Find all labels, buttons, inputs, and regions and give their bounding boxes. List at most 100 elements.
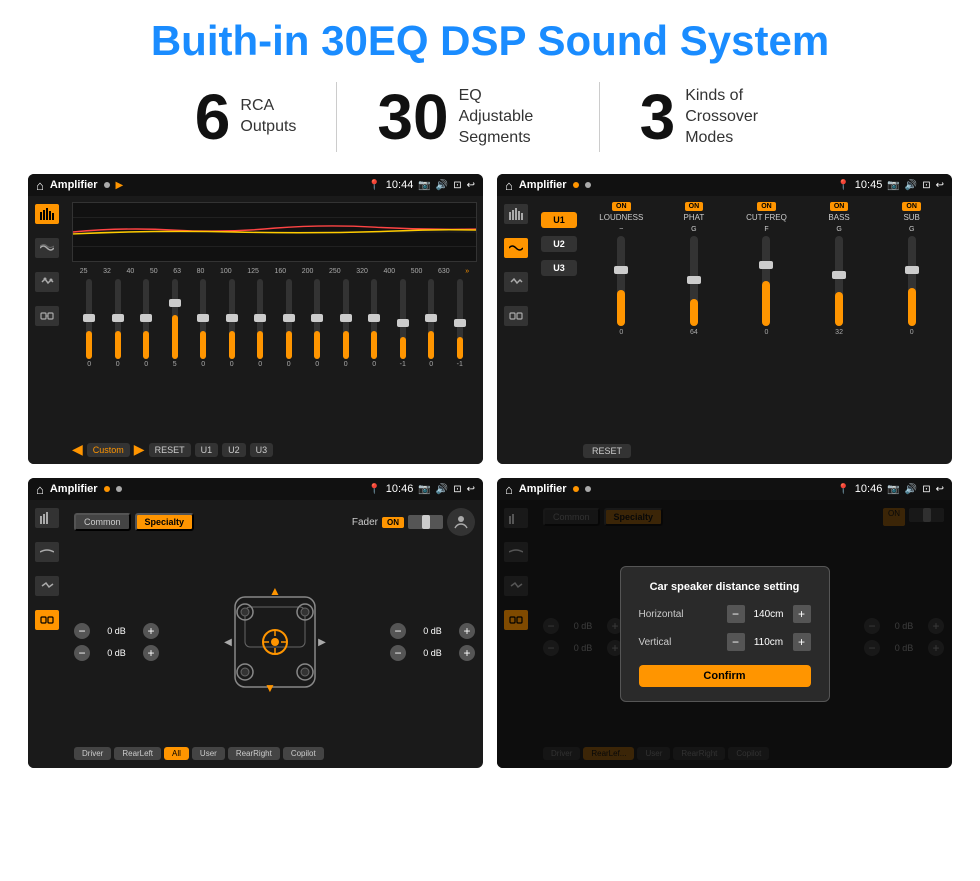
stat-number-rca: 6 bbox=[195, 85, 231, 149]
preset-u1[interactable]: U1 bbox=[541, 212, 577, 228]
status-dot2-fader bbox=[116, 486, 122, 492]
eq-u2-btn[interactable]: U2 bbox=[222, 443, 246, 457]
btn-rearleft[interactable]: RearLeft bbox=[114, 747, 161, 760]
pin-icon-eq: 📍 bbox=[368, 180, 380, 191]
eq-slider-6[interactable]: 0 bbox=[247, 279, 274, 368]
sidebar-icon-2-fader[interactable] bbox=[35, 542, 59, 562]
db-plus-2[interactable]: + bbox=[143, 645, 159, 661]
ch-on-phat[interactable]: ON bbox=[685, 202, 704, 211]
preset-u3[interactable]: U3 bbox=[541, 260, 577, 276]
status-title-fader: Amplifier bbox=[50, 483, 98, 495]
db-minus-3[interactable]: − bbox=[390, 623, 406, 639]
eq-slider-9[interactable]: 0 bbox=[333, 279, 360, 368]
eq-slider-2[interactable]: 0 bbox=[133, 279, 160, 368]
sidebar-icon-3-eq[interactable] bbox=[35, 272, 59, 292]
db-control-4: − 0 dB + bbox=[390, 645, 475, 661]
stat-label-rca: RCAOutputs bbox=[240, 96, 296, 138]
sidebar-icon-3-fader[interactable] bbox=[35, 576, 59, 596]
eq-u1-btn[interactable]: U1 bbox=[195, 443, 219, 457]
eq-reset-btn[interactable]: RESET bbox=[149, 443, 191, 457]
sidebar-icon-1-cr[interactable] bbox=[504, 204, 528, 224]
eq-u3-btn[interactable]: U3 bbox=[250, 443, 274, 457]
db-plus-4[interactable]: + bbox=[459, 645, 475, 661]
stat-label-eq: EQ AdjustableSegments bbox=[459, 86, 559, 148]
db-plus-3[interactable]: + bbox=[459, 623, 475, 639]
db-minus-4[interactable]: − bbox=[390, 645, 406, 661]
sidebar-icon-4-cr[interactable] bbox=[504, 306, 528, 326]
tab-common[interactable]: Common bbox=[74, 513, 131, 531]
vol-icon-dist: 🔊 bbox=[905, 484, 917, 495]
ch-on-bass[interactable]: ON bbox=[830, 202, 849, 211]
crossover-presets: U1 U2 U3 bbox=[541, 212, 577, 458]
dialog-horizontal-plus[interactable]: + bbox=[793, 605, 811, 623]
confirm-button[interactable]: Confirm bbox=[639, 665, 811, 687]
db-minus-2[interactable]: − bbox=[74, 645, 90, 661]
eq-slider-4[interactable]: 0 bbox=[190, 279, 217, 368]
svg-text:◀: ◀ bbox=[224, 637, 232, 648]
car-diagram-area: ▼ ▲ ◀ ▶ bbox=[165, 542, 384, 741]
btn-driver[interactable]: Driver bbox=[74, 747, 111, 760]
dialog-horizontal-minus[interactable]: − bbox=[727, 605, 745, 623]
vol-icon-cr: 🔊 bbox=[905, 180, 917, 191]
eq-slider-12[interactable]: 0 bbox=[418, 279, 445, 368]
box-icon-fader: ⊡ bbox=[453, 484, 461, 495]
ch-on-cutfreq[interactable]: ON bbox=[757, 202, 776, 211]
slider-bass: G 32 bbox=[805, 226, 874, 436]
status-right-cr: 📍 10:45 📷 🔊 ⊡ ↩ bbox=[837, 179, 944, 191]
slider-loudness: ~ 0 bbox=[587, 226, 656, 436]
freq-125: 125 bbox=[247, 268, 259, 275]
fader-slider[interactable] bbox=[408, 515, 443, 529]
pin-icon-fader: 📍 bbox=[368, 484, 380, 495]
preset-u2[interactable]: U2 bbox=[541, 236, 577, 252]
eq-slider-13[interactable]: -1 bbox=[447, 279, 474, 368]
eq-slider-0[interactable]: 0 bbox=[76, 279, 103, 368]
dialog-vertical-plus[interactable]: + bbox=[793, 633, 811, 651]
eq-preset-name: Custom bbox=[87, 443, 130, 457]
fader-on-badge[interactable]: ON bbox=[382, 517, 404, 528]
eq-slider-8[interactable]: 0 bbox=[304, 279, 331, 368]
ch-on-sub[interactable]: ON bbox=[902, 202, 921, 211]
freq-expand[interactable]: » bbox=[465, 268, 469, 275]
eq-slider-10[interactable]: 0 bbox=[361, 279, 388, 368]
sidebar-icon-4-eq[interactable] bbox=[35, 306, 59, 326]
sidebar-icon-4-fader[interactable] bbox=[35, 610, 59, 630]
play-icon-eq: ▶ bbox=[116, 180, 124, 191]
fader-main-area: − 0 dB + − 0 dB + bbox=[74, 542, 475, 741]
eq-content: 25 32 40 50 63 80 100 125 160 200 250 32… bbox=[66, 196, 483, 464]
dialog-vertical-minus[interactable]: − bbox=[727, 633, 745, 651]
sidebar-eq bbox=[28, 196, 66, 464]
dialog-vertical-row: Vertical − 110cm + bbox=[639, 633, 811, 651]
status-bar-dist: ⌂ Amplifier 📍 10:46 📷 🔊 ⊡ ↩ bbox=[497, 478, 952, 500]
freq-200: 200 bbox=[302, 268, 314, 275]
sidebar-icon-2-cr[interactable] bbox=[504, 238, 528, 258]
crossover-reset-btn[interactable]: RESET bbox=[583, 444, 631, 458]
sidebar-icon-1-fader[interactable] bbox=[35, 508, 59, 528]
btn-all[interactable]: All bbox=[164, 747, 189, 760]
dialog-overlay: Car speaker distance setting Horizontal … bbox=[497, 500, 952, 768]
ch-on-loudness[interactable]: ON bbox=[612, 202, 631, 211]
eq-slider-3[interactable]: 5 bbox=[162, 279, 189, 368]
sidebar-icon-3-cr[interactable] bbox=[504, 272, 528, 292]
eq-slider-5[interactable]: 0 bbox=[219, 279, 246, 368]
sidebar-icon-2-eq[interactable] bbox=[35, 238, 59, 258]
screen-fader: ⌂ Amplifier 📍 10:46 📷 🔊 ⊡ ↩ bbox=[28, 478, 483, 768]
screen-content-eq: 25 32 40 50 63 80 100 125 160 200 250 32… bbox=[28, 196, 483, 464]
eq-slider-7[interactable]: 0 bbox=[276, 279, 303, 368]
sidebar-icon-1-eq[interactable] bbox=[35, 204, 59, 224]
btn-user[interactable]: User bbox=[192, 747, 225, 760]
btn-rearright[interactable]: RearRight bbox=[228, 747, 280, 760]
svg-text:▼: ▼ bbox=[264, 681, 276, 695]
slider-phat: G 64 bbox=[660, 226, 729, 436]
fader-label: Fader bbox=[352, 517, 378, 528]
vol-icon-fader: 🔊 bbox=[436, 484, 448, 495]
eq-slider-11[interactable]: -1 bbox=[390, 279, 417, 368]
db-minus-1[interactable]: − bbox=[74, 623, 90, 639]
db-plus-1[interactable]: + bbox=[143, 623, 159, 639]
eq-slider-1[interactable]: 0 bbox=[105, 279, 132, 368]
btn-copilot[interactable]: Copilot bbox=[283, 747, 324, 760]
fader-left-db: − 0 dB + − 0 dB + bbox=[74, 542, 159, 741]
tab-specialty[interactable]: Specialty bbox=[135, 513, 195, 531]
eq-next-icon[interactable]: ▶ bbox=[134, 441, 145, 458]
eq-prev-icon[interactable]: ◀ bbox=[72, 441, 83, 458]
dialog-horizontal-label: Horizontal bbox=[639, 609, 684, 620]
